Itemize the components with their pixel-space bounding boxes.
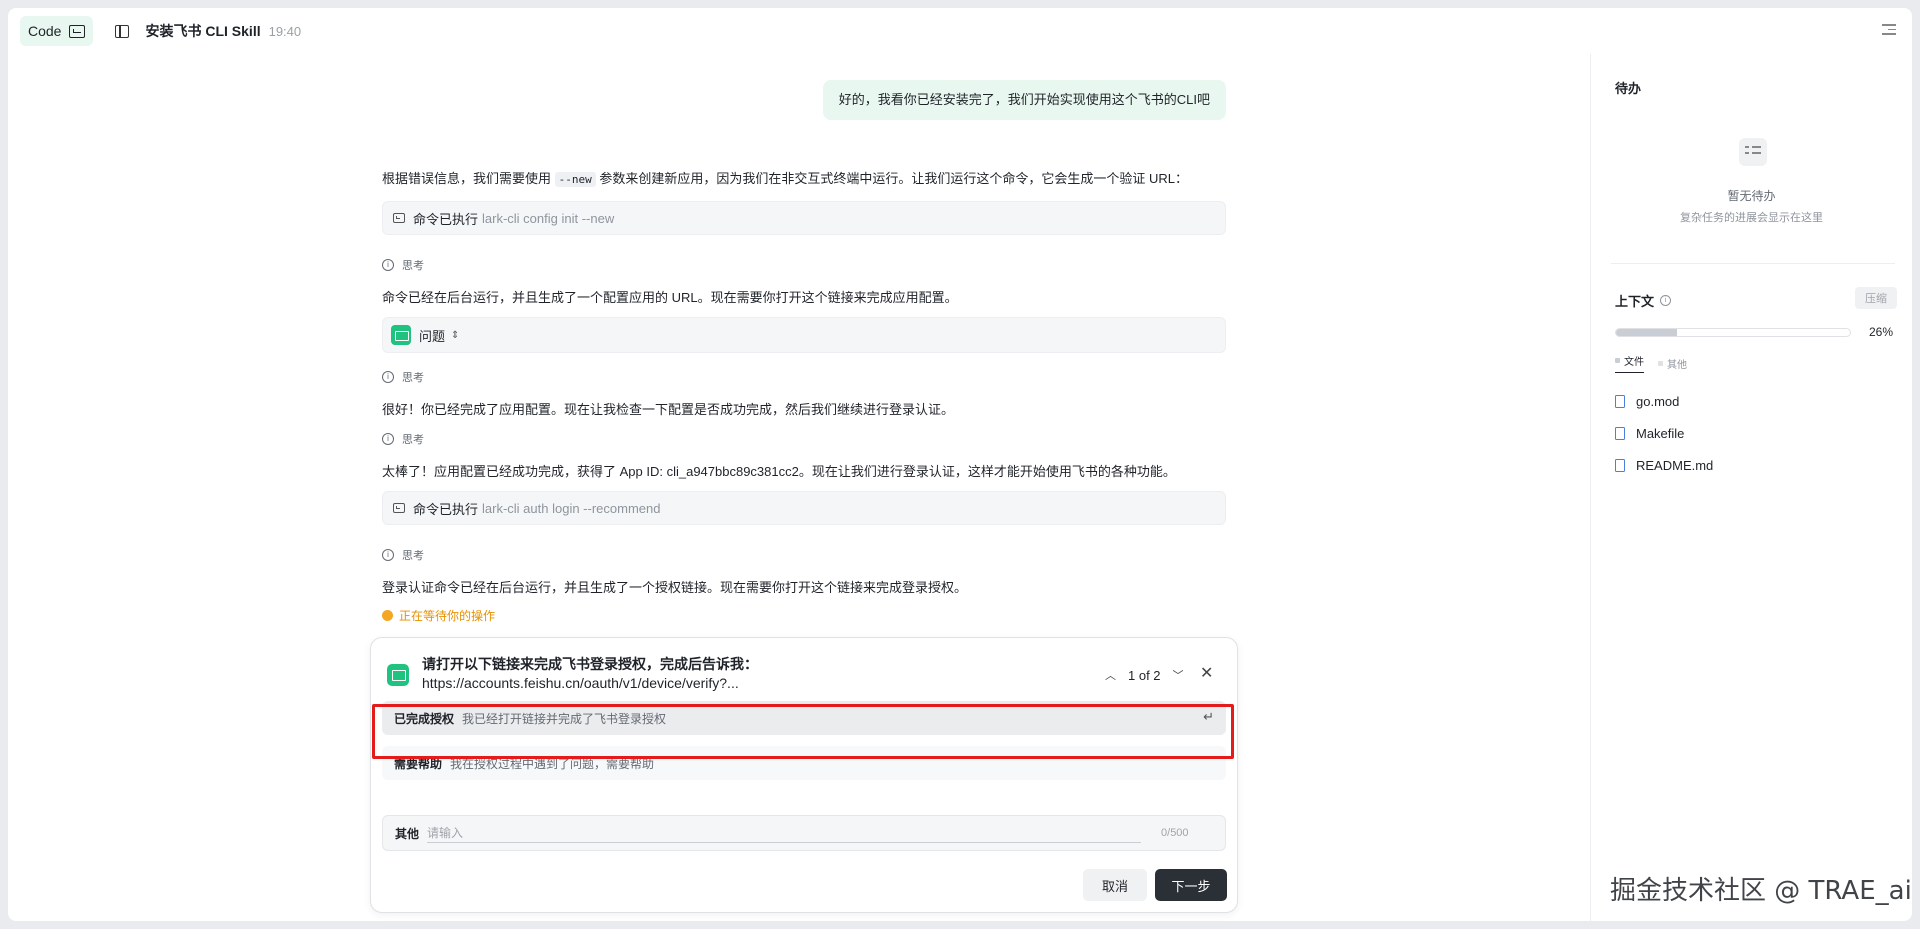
assistant-icon xyxy=(387,664,409,686)
legend-files-tab[interactable]: 文件 xyxy=(1615,353,1644,373)
todo-title: 待办 xyxy=(1615,81,1642,96)
command-text: lark-cli config init --new xyxy=(482,210,615,226)
todo-empty-title: 暂无待办 xyxy=(1727,189,1776,203)
assistant-paragraph: 很好！你已经完成了应用配置。现在让我检查一下配置是否成功完成，然后我们继续进行登… xyxy=(382,402,955,417)
dialog-title: 请打开以下链接来完成飞书登录授权，完成后告诉我： xyxy=(422,656,758,672)
assistant-paragraph: 命令已经在后台运行，并且生成了一个配置应用的 URL。现在需要你打开这个链接来完… xyxy=(382,290,958,305)
option-label: 其他 xyxy=(395,826,420,841)
command-executed-block[interactable]: 命令已执行 lark-cli config init --new xyxy=(382,201,1226,235)
command-label: 命令已执行 xyxy=(413,211,479,227)
dialog-pager: ︿ 1 of 2 ﹀ xyxy=(1105,667,1184,683)
other-input[interactable] xyxy=(427,823,1142,843)
highlight-annotation xyxy=(372,704,1234,759)
thinking-icon: i xyxy=(382,259,394,271)
command-label: 命令已执行 xyxy=(413,501,479,517)
auth-question-dialog: 请打开以下链接来完成飞书登录授权，完成后告诉我： https://account… xyxy=(370,637,1238,913)
legend-swatch xyxy=(1658,360,1663,366)
mode-label: Code xyxy=(28,23,62,39)
file-item[interactable]: README.md xyxy=(1615,449,1713,481)
sidebar-toggle-icon[interactable] xyxy=(115,24,130,38)
dialog-url[interactable]: https://accounts.feishu.cn/oauth/v1/devi… xyxy=(422,675,739,691)
assistant-paragraph: 太棒了！应用配置已经成功完成，获得了 App ID: cli_a947bbc89… xyxy=(382,464,1176,479)
todo-list-icon xyxy=(1739,138,1767,166)
waiting-icon xyxy=(382,610,393,621)
expand-toggle-icon[interactable]: ⇕ xyxy=(451,330,459,341)
file-item[interactable]: Makefile xyxy=(1615,417,1713,449)
terminal-icon xyxy=(393,503,405,513)
thinking-icon: i xyxy=(382,371,394,383)
file-icon xyxy=(1615,394,1625,408)
option-other[interactable]: 其他 0/500 xyxy=(382,815,1226,851)
file-item[interactable]: go.mod xyxy=(1615,385,1713,417)
chevron-down-icon[interactable]: ﹀ xyxy=(1173,667,1184,683)
thinking-icon: i xyxy=(382,549,394,561)
terminal-icon xyxy=(393,213,405,223)
terminal-icon xyxy=(69,24,86,38)
thinking-icon: i xyxy=(382,433,394,445)
context-title: 上下文 i xyxy=(1615,291,1672,310)
top-bar: Code 安装飞书 CLI Skill 19:40 xyxy=(8,8,1912,54)
legend-other-tab[interactable]: 其他 xyxy=(1658,353,1687,373)
thinking-toggle[interactable]: i 思考 xyxy=(382,369,424,385)
right-panel: 待办 暂无待办 复杂任务的进展会显示在这里 上下文 i 压缩 26% 文件 其他 xyxy=(1590,54,1912,921)
question-block[interactable]: 问题 ⇕ xyxy=(382,317,1226,353)
close-icon[interactable]: ✕ xyxy=(1200,663,1213,683)
file-icon xyxy=(1615,458,1625,472)
command-text: lark-cli auth login --recommend xyxy=(482,500,661,516)
app-window: Code 安装飞书 CLI Skill 19:40 好的，我看你已经安装完了，我… xyxy=(8,8,1912,921)
next-button[interactable]: 下一步 xyxy=(1155,869,1227,901)
file-icon xyxy=(1615,426,1625,440)
inline-code: --new xyxy=(554,172,596,187)
session-title: 安装飞书 CLI Skill xyxy=(145,23,261,39)
thinking-toggle[interactable]: i 思考 xyxy=(382,431,424,447)
chevron-up-icon[interactable]: ︿ xyxy=(1105,667,1116,683)
compress-button[interactable]: 压缩 xyxy=(1855,287,1897,309)
legend-swatch xyxy=(1615,358,1620,363)
code-mode-pill[interactable]: Code xyxy=(20,16,94,46)
info-icon[interactable]: i xyxy=(1660,295,1672,306)
thinking-toggle[interactable]: i 思考 xyxy=(382,547,424,563)
pager-text: 1 of 2 xyxy=(1128,667,1161,683)
assistant-paragraph: 根据错误信息，我们需要使用 --new 参数来创建新应用，因为我们在非交互式终端… xyxy=(382,171,1188,187)
context-legend: 文件 其他 xyxy=(1615,353,1687,373)
assistant-paragraph: 登录认证命令已经在后台运行，并且生成了一个授权链接。现在需要你打开这个链接来完成… xyxy=(382,580,968,595)
collapse-panel-icon[interactable] xyxy=(1882,24,1896,36)
command-executed-block[interactable]: 命令已执行 lark-cli auth login --recommend xyxy=(382,491,1226,525)
context-progress-fill xyxy=(1616,329,1677,336)
context-percent: 26% xyxy=(1869,325,1894,339)
cancel-button[interactable]: 取消 xyxy=(1083,869,1147,901)
todo-empty-subtitle: 复杂任务的进展会显示在这里 xyxy=(1680,212,1823,224)
char-counter: 0/500 xyxy=(1161,827,1189,839)
question-label: 问题 xyxy=(419,328,446,344)
waiting-status: 正在等待你的操作 xyxy=(382,607,495,624)
context-file-list: go.mod Makefile README.md xyxy=(1615,385,1713,481)
context-progress-bar xyxy=(1615,328,1851,337)
divider xyxy=(1611,263,1895,264)
question-icon xyxy=(391,325,411,345)
watermark: 掘金技术社区 @ TRAE_ai xyxy=(1610,876,1912,906)
thinking-toggle[interactable]: i 思考 xyxy=(382,257,424,273)
user-message: 好的，我看你已经安装完了，我们开始实现使用这个飞书的CLI吧 xyxy=(822,80,1226,120)
session-time: 19:40 xyxy=(268,23,302,39)
